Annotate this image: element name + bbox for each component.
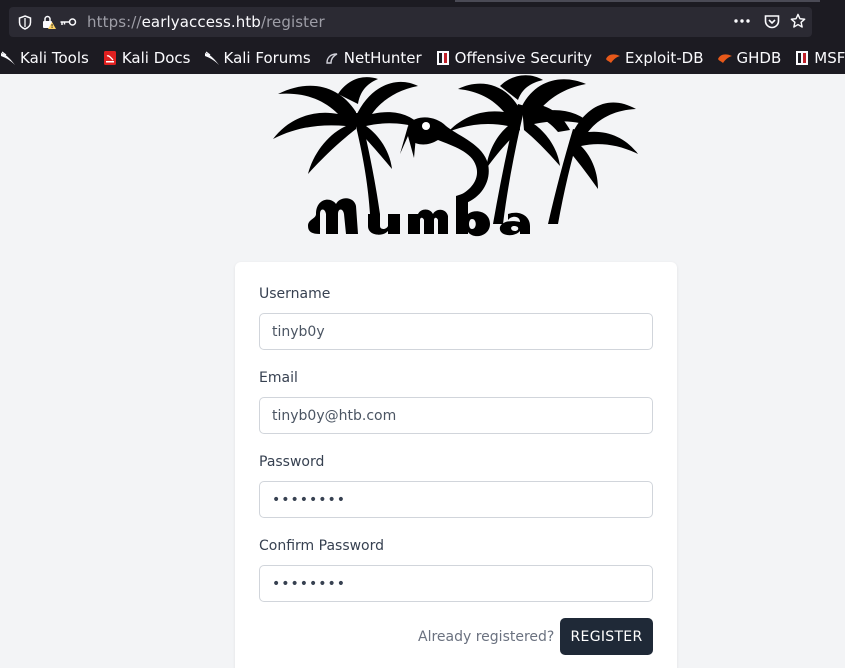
register-button[interactable]: REGISTER <box>560 618 653 655</box>
bookmark-label: Offensive Security <box>454 49 592 67</box>
mamba-logo <box>273 75 638 237</box>
kali-dragon-icon <box>204 50 220 66</box>
bookmark-nethunter[interactable]: NetHunter <box>324 49 422 67</box>
bookmark-label: Kali Tools <box>20 49 89 67</box>
key-icon[interactable] <box>59 14 77 30</box>
username-label: Username <box>259 286 331 302</box>
browser-chrome: https://earlyaccess.htb/register Kali To… <box>0 0 845 74</box>
email-label: Email <box>259 370 298 386</box>
offsec-icon <box>435 50 451 66</box>
bookmark-star-icon[interactable] <box>790 13 806 29</box>
kali-docs-icon <box>102 50 118 66</box>
email-input[interactable]: tinyb0y@htb.com <box>259 397 653 434</box>
confirm-password-input[interactable]: •••••••• <box>259 565 653 602</box>
offsec-icon <box>794 50 810 66</box>
email-value: tinyb0y@htb.com <box>272 407 397 424</box>
bookmark-ghdb[interactable]: GHDB <box>717 49 782 67</box>
bookmark-label: GHDB <box>736 49 782 67</box>
ghdb-icon <box>717 50 733 66</box>
bookmark-label: Kali Forums <box>223 49 311 67</box>
bookmark-kali-forums[interactable]: Kali Forums <box>204 49 311 67</box>
bookmark-kali-tools[interactable]: Kali Tools <box>0 49 89 67</box>
password-input[interactable]: •••••••• <box>259 481 653 518</box>
url-path: /register <box>260 13 325 31</box>
password-label: Password <box>259 454 325 470</box>
bookmark-kali-docs[interactable]: Kali Docs <box>102 49 191 67</box>
bookmark-label: Exploit-DB <box>625 49 704 67</box>
kali-dragon-icon <box>0 50 16 66</box>
nethunter-icon <box>324 50 340 66</box>
username-input[interactable]: tinyb0y <box>259 313 653 350</box>
bookmark-label: Kali Docs <box>121 49 191 67</box>
page-content: Username tinyb0y Email tinyb0y@htb.com P… <box>0 74 845 668</box>
username-value: tinyb0y <box>272 323 325 340</box>
bookmark-msfu[interactable]: MSFU <box>794 49 845 67</box>
url-protocol: https:// <box>87 13 142 31</box>
shield-icon[interactable] <box>17 14 33 30</box>
exploitdb-icon <box>605 50 621 66</box>
url-text[interactable]: https://earlyaccess.htb/register <box>87 13 325 31</box>
confirm-password-value: •••••••• <box>272 575 347 592</box>
toolbar: https://earlyaccess.htb/register <box>0 0 845 42</box>
confirm-password-label: Confirm Password <box>259 538 385 554</box>
password-value: •••••••• <box>272 491 347 508</box>
url-host: earlyaccess.htb <box>141 13 261 31</box>
pocket-icon[interactable] <box>764 13 780 29</box>
lock-warning-icon[interactable] <box>41 14 57 30</box>
bookmark-label: NetHunter <box>343 49 422 67</box>
bookmarks-toolbar: Kali Tools Kali Docs Kali Forums NetHunt… <box>0 42 845 74</box>
already-registered-link[interactable]: Already registered? <box>418 629 554 645</box>
tab-strip-edge <box>455 0 820 2</box>
bookmark-exploit-db[interactable]: Exploit-DB <box>605 49 704 67</box>
more-actions-icon[interactable] <box>734 13 750 29</box>
address-bar[interactable]: https://earlyaccess.htb/register <box>9 7 812 37</box>
bookmark-offensive-security[interactable]: Offensive Security <box>435 49 592 67</box>
bookmark-label: MSFU <box>814 49 845 67</box>
register-card: Username tinyb0y Email tinyb0y@htb.com P… <box>235 262 677 668</box>
